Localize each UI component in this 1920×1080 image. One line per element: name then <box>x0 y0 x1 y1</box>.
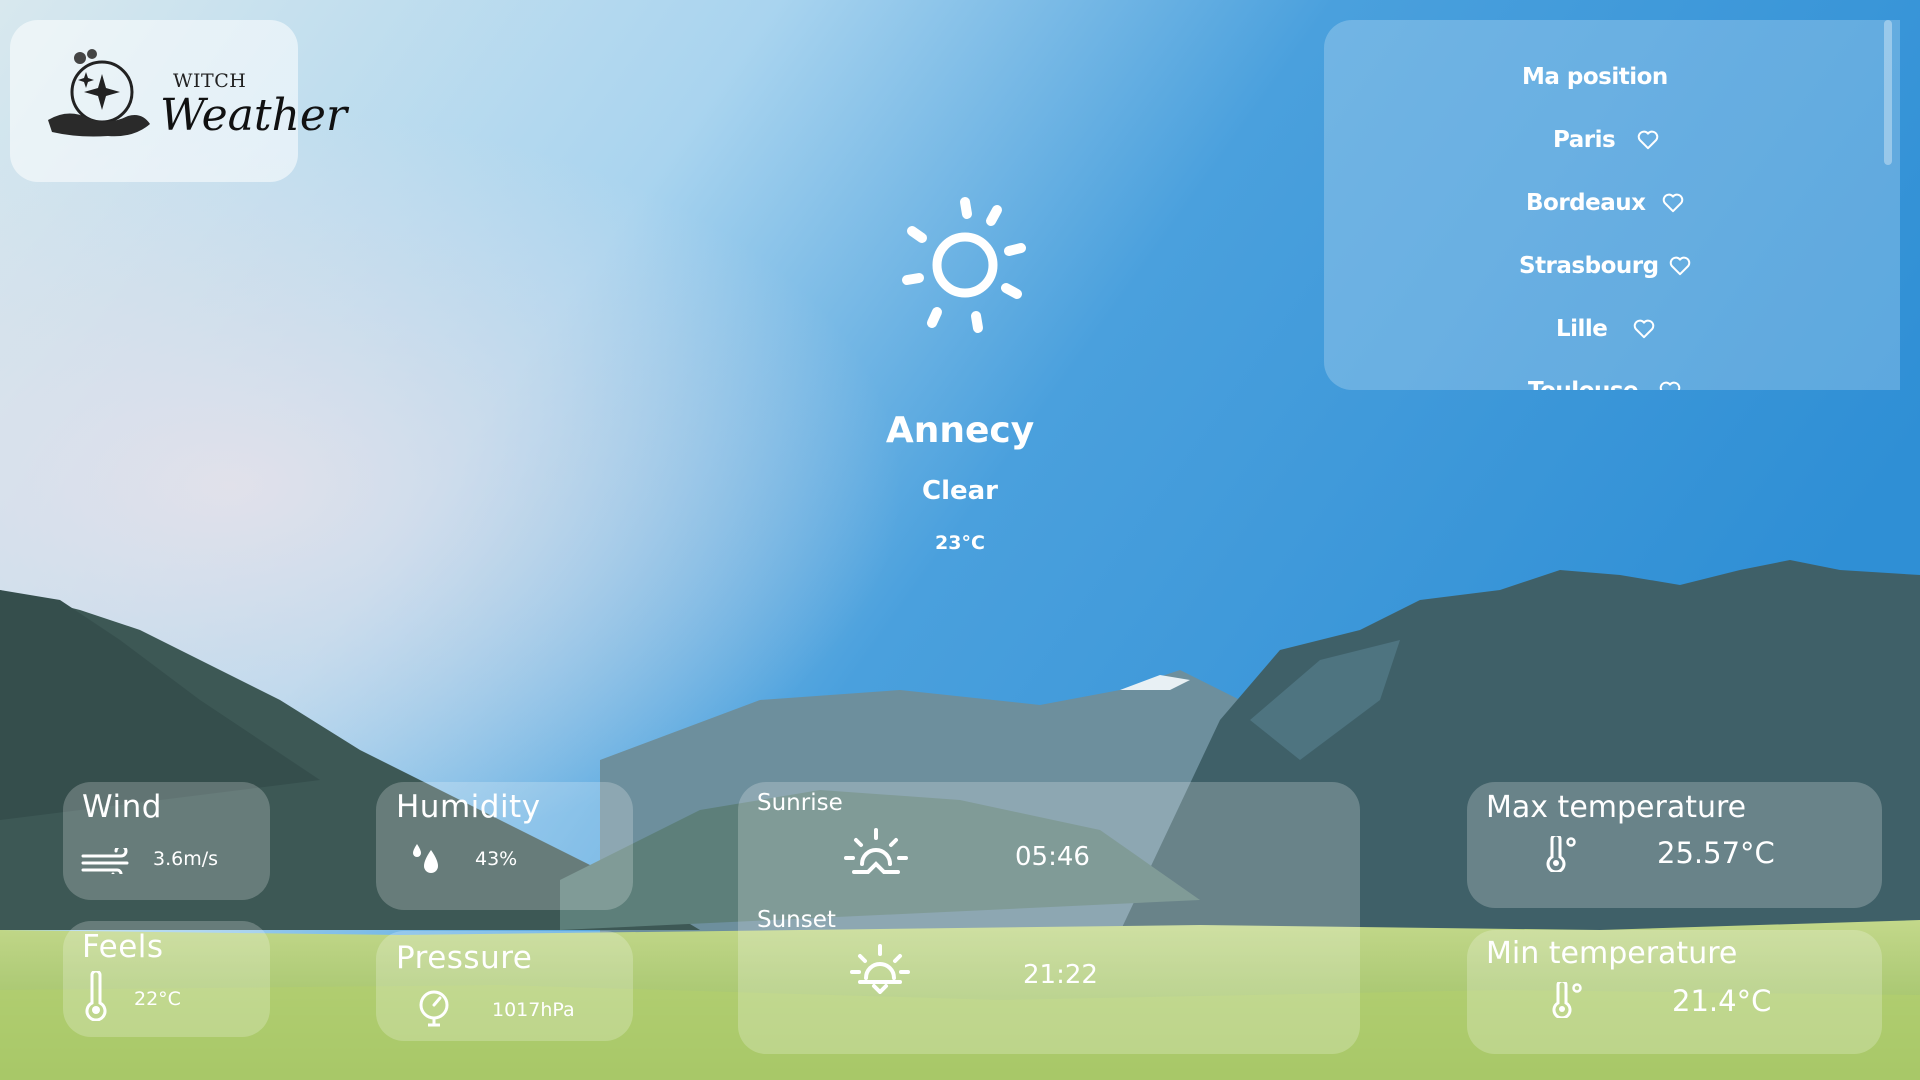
current-condition: Clear <box>922 476 998 506</box>
heart-icon[interactable] <box>1633 319 1655 339</box>
feels-card: Feels 22°C <box>63 921 270 1037</box>
sunrise-icon <box>844 828 908 874</box>
heart-icon[interactable] <box>1662 193 1684 213</box>
min-temperature-value: 21.4°C <box>1672 984 1772 1018</box>
sunset-value: 21:22 <box>1023 960 1098 990</box>
max-temperature-card: Max temperature 25.57°C <box>1467 782 1882 908</box>
max-temperature-title: Max temperature <box>1486 790 1747 825</box>
thermometer-icon <box>85 971 107 1021</box>
witch-hand-crystal-ball-icon <box>48 49 150 137</box>
scrollbar[interactable] <box>1884 20 1892 165</box>
sunset-title: Sunset <box>757 907 836 933</box>
humidity-title: Humidity <box>396 789 541 825</box>
wind-icon <box>81 848 129 874</box>
humidity-value: 43% <box>475 848 518 870</box>
heart-icon[interactable] <box>1637 130 1659 150</box>
pressure-value: 1017hPa <box>492 999 575 1021</box>
pressure-title: Pressure <box>396 940 533 976</box>
current-temperature: 23°C <box>935 532 985 554</box>
thermometer-celsius-icon <box>1552 982 1582 1018</box>
max-temperature-value: 25.57°C <box>1657 836 1775 870</box>
city-item-lille[interactable]: Lille <box>1556 316 1608 342</box>
logo[interactable]: WITCH Weather <box>10 20 347 182</box>
min-temperature-title: Min temperature <box>1486 936 1738 971</box>
city-item-bordeaux[interactable]: Bordeaux <box>1526 190 1646 216</box>
thermometer-celsius-icon <box>1546 836 1576 872</box>
wind-title: Wind <box>82 789 162 825</box>
droplets-icon <box>413 844 438 873</box>
min-temperature-card: Min temperature 21.4°C <box>1467 930 1882 1054</box>
city-list-panel[interactable]: Ma position Paris Bordeaux Strasbourg Li… <box>1324 20 1900 390</box>
sun-icon <box>902 197 1026 333</box>
gauge-icon <box>419 990 449 1027</box>
city-item-paris[interactable]: Paris <box>1553 127 1616 153</box>
sunrise-value: 05:46 <box>1015 842 1090 872</box>
city-item-toulouse[interactable]: Toulouse <box>1528 378 1639 390</box>
sunrise-title: Sunrise <box>757 790 843 816</box>
logo-wordmark-top: WITCH <box>173 70 247 92</box>
feels-title: Feels <box>82 929 164 965</box>
wind-value: 3.6m/s <box>153 848 219 870</box>
wind-card: Wind 3.6m/s <box>63 782 270 900</box>
pressure-card: Pressure 1017hPa <box>376 931 633 1041</box>
sunset-icon <box>850 944 910 994</box>
current-city: Annecy <box>885 410 1035 451</box>
logo-wordmark-main: Weather <box>160 90 347 141</box>
heart-icon[interactable] <box>1669 256 1691 276</box>
humidity-card: Humidity 43% <box>376 782 633 910</box>
city-item-ma-position[interactable]: Ma position <box>1522 64 1668 90</box>
sun-times-card: Sunrise 05:46 Sunset 21:22 <box>738 782 1360 1054</box>
city-item-strasbourg[interactable]: Strasbourg <box>1519 253 1659 279</box>
heart-icon[interactable] <box>1659 381 1681 390</box>
feels-value: 22°C <box>134 988 181 1010</box>
